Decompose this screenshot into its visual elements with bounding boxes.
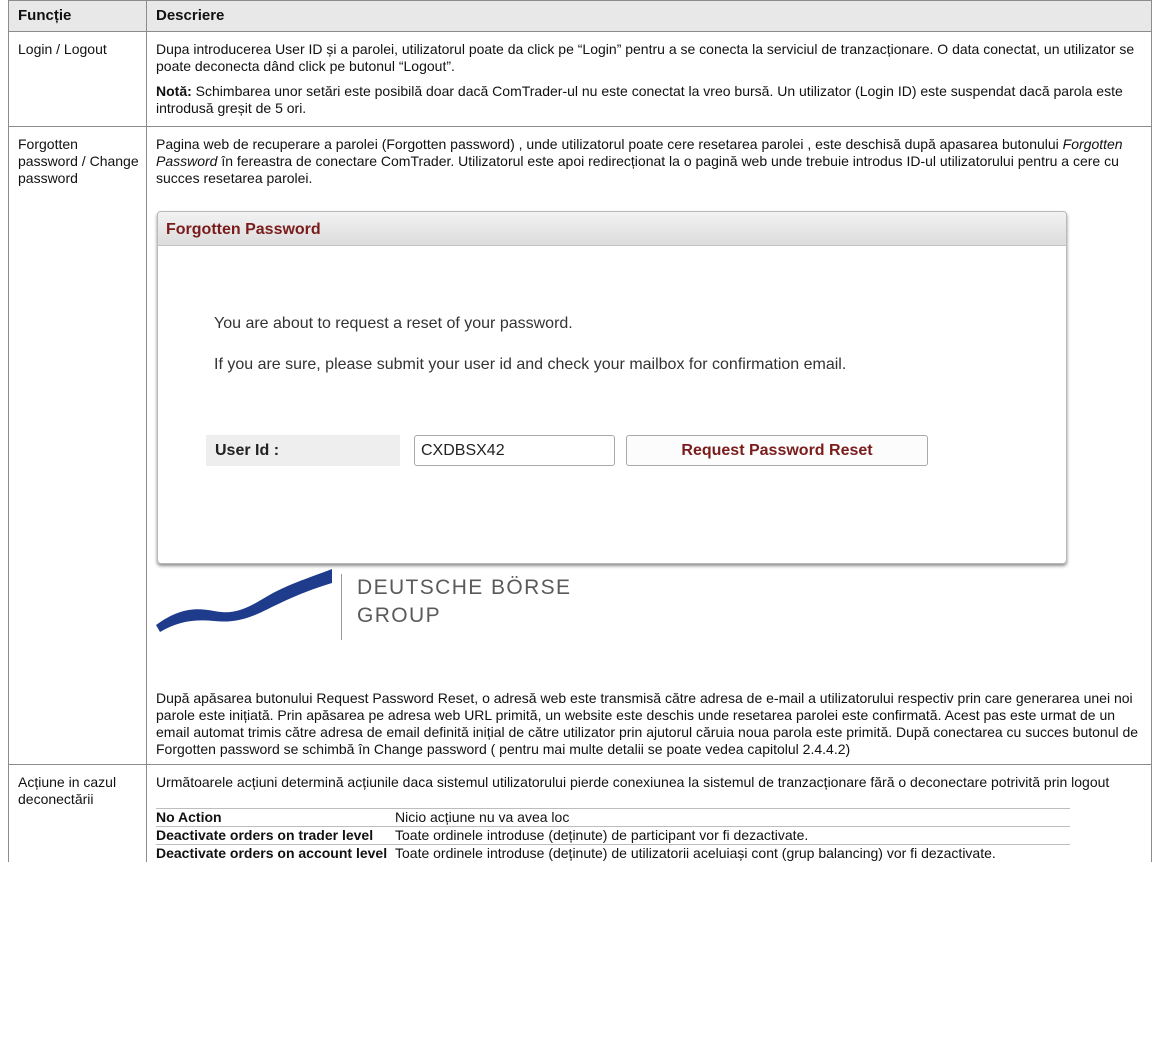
deutsche-boerse-wave-icon (156, 569, 332, 632)
table-row: No Action Nicio acțiune nu va avea loc (156, 808, 1070, 827)
dialog-header: Forgotten Password (158, 212, 1066, 246)
table-row: Deactivate orders on account level Toate… (156, 844, 1070, 863)
forgotten-after-description: După apăsarea butonului Request Password… (156, 690, 1139, 757)
disconnect-description: Următoarele acțiuni determină acțiunile … (156, 774, 1110, 790)
function-cell: Forgotten password / Change password (8, 126, 147, 765)
user-id-input[interactable] (414, 435, 615, 466)
header-function: Funcție (8, 0, 147, 32)
logo-divider (341, 574, 342, 640)
option-name: Deactivate orders on account level (156, 845, 388, 861)
header-description: Descriere (146, 0, 1152, 32)
function-cell: Login / Logout (8, 31, 147, 127)
description-cell: Pagina web de recuperare a parolei (Forg… (146, 126, 1152, 765)
dialog-instruction: If you are sure, please submit your user… (214, 356, 847, 373)
disconnect-options-table: No Action Nicio acțiune nu va avea loc D… (156, 808, 1070, 862)
logo-text-group: GROUP (357, 604, 442, 627)
option-description: Toate ordinele introduse (deținute) de u… (395, 845, 996, 861)
option-description: Toate ordinele introduse (deținute) de p… (395, 827, 809, 843)
logo-text-deutsche-boerse: DEUTSCHE BÖRSE (357, 576, 572, 599)
description-cell: Următoarele acțiuni determină acțiunile … (146, 764, 1152, 862)
function-cell: Acțiune in cazul deconectării (8, 764, 147, 862)
description-cell: Dupa introducerea User ID și a parolei, … (146, 31, 1152, 127)
table-row-disconnect-action: Acțiune in cazul deconectării Următoarel… (8, 764, 1152, 862)
function-description-table: Funcție Descriere Login / Logout Dupa in… (8, 0, 1152, 862)
forgotten-password-dialog: Forgotten Password You are about to requ… (157, 211, 1067, 564)
forgotten-description: Pagina web de recuperare a parolei (Forg… (156, 136, 1123, 186)
request-password-reset-button[interactable]: Request Password Reset (626, 435, 928, 466)
login-description: Dupa introducerea User ID și a parolei, … (156, 41, 1135, 74)
table-row-login: Login / Logout Dupa introducerea User ID… (8, 31, 1152, 127)
table-row: Deactivate orders on trader level Toate … (156, 826, 1070, 845)
option-description: Nicio acțiune nu va avea loc (395, 809, 570, 825)
option-name: Deactivate orders on trader level (156, 827, 374, 843)
login-note: Notă: Schimbarea unor setări este posibi… (156, 83, 1123, 116)
option-name: No Action (156, 809, 222, 825)
table-row-forgotten-password: Forgotten password / Change password Pag… (8, 126, 1152, 765)
dialog-message: You are about to request a reset of your… (214, 315, 573, 332)
deutsche-boerse-logo: DEUTSCHE BÖRSE GROUP (156, 564, 1064, 690)
user-id-label-box: User Id : (206, 435, 400, 466)
user-id-label: User Id : (215, 442, 280, 459)
dialog-title: Forgotten Password (166, 221, 321, 238)
